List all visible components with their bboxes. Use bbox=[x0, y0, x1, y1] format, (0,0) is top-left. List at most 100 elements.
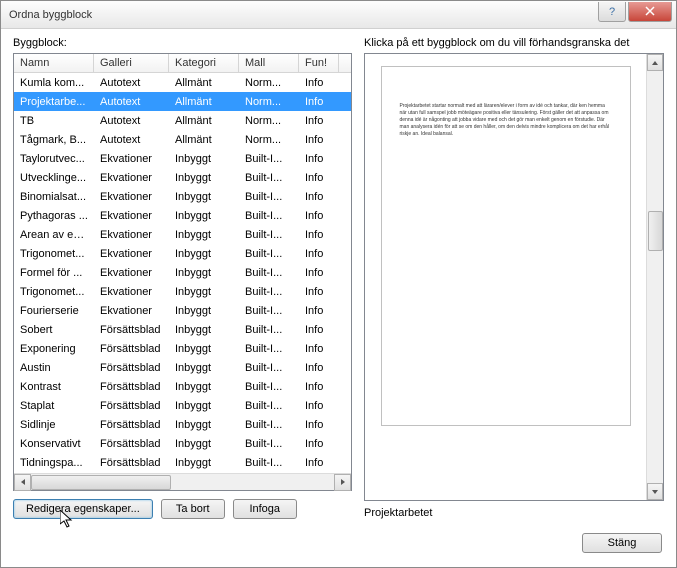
table-row[interactable]: SobertFörsättsbladInbyggtBuilt-I...Info bbox=[14, 320, 351, 339]
table-cell: Ekvationer bbox=[94, 245, 169, 263]
table-row[interactable]: SidlinjeFörsättsbladInbyggtBuilt-I...Inf… bbox=[14, 415, 351, 434]
table-header: Namn Galleri Kategori Mall Fun! bbox=[14, 54, 351, 73]
table-row[interactable]: Arean av en...EkvationerInbyggtBuilt-I..… bbox=[14, 225, 351, 244]
table-row[interactable]: Trigonomet...EkvationerInbyggtBuilt-I...… bbox=[14, 244, 351, 263]
preview-viewport: Projektarbetet startar normalt med att l… bbox=[365, 54, 646, 500]
table-cell: Norm... bbox=[239, 93, 299, 111]
scroll-right-button[interactable] bbox=[334, 474, 351, 491]
table-cell: Info bbox=[299, 321, 339, 339]
table-cell: Ekvationer bbox=[94, 302, 169, 320]
table-row[interactable]: ExponeringFörsättsbladInbyggtBuilt-I...I… bbox=[14, 339, 351, 358]
table-row[interactable]: Binomialsat...EkvationerInbyggtBuilt-I..… bbox=[14, 187, 351, 206]
table-cell: Försättsblad bbox=[94, 454, 169, 472]
table-row[interactable]: FourierserieEkvationerInbyggtBuilt-I...I… bbox=[14, 301, 351, 320]
table-cell: Info bbox=[299, 416, 339, 434]
table-row[interactable]: Tågmark, B...AutotextAllmäntNorm...Info bbox=[14, 130, 351, 149]
table-row[interactable]: Formel för ...EkvationerInbyggtBuilt-I..… bbox=[14, 263, 351, 282]
table-cell: Info bbox=[299, 207, 339, 225]
table-cell: Info bbox=[299, 302, 339, 320]
table-cell: Exponering bbox=[14, 340, 94, 358]
table-cell: Built-I... bbox=[239, 188, 299, 206]
preview-container: Projektarbetet startar normalt med att l… bbox=[364, 53, 664, 501]
table-cell: Info bbox=[299, 378, 339, 396]
byggblock-label: Byggblock: bbox=[13, 37, 352, 49]
table-body[interactable]: Kumla kom...AutotextAllmäntNorm...InfoPr… bbox=[14, 73, 351, 473]
table-cell: Autotext bbox=[94, 93, 169, 111]
table-cell: Built-I... bbox=[239, 397, 299, 415]
table-cell: Inbyggt bbox=[169, 302, 239, 320]
insert-button[interactable]: Infoga bbox=[233, 499, 297, 519]
table-cell: Arean av en... bbox=[14, 226, 94, 244]
table-cell: Info bbox=[299, 435, 339, 453]
table-cell: Inbyggt bbox=[169, 435, 239, 453]
help-button[interactable]: ? bbox=[598, 2, 626, 22]
table-cell: Built-I... bbox=[239, 454, 299, 472]
scroll-down-button[interactable] bbox=[647, 483, 663, 500]
table-row[interactable]: Tidningspa...FörsättsbladInbyggtBuilt-I.… bbox=[14, 453, 351, 472]
table-row[interactable]: Kumla kom...AutotextAllmäntNorm...Info bbox=[14, 73, 351, 92]
edit-properties-button[interactable]: Redigera egenskaper... bbox=[13, 499, 153, 519]
delete-button[interactable]: Ta bort bbox=[161, 499, 225, 519]
scroll-thumb[interactable] bbox=[31, 475, 171, 490]
col-header-name[interactable]: Namn bbox=[14, 54, 94, 72]
table-row[interactable]: Utvecklinge...EkvationerInbyggtBuilt-I..… bbox=[14, 168, 351, 187]
triangle-left-icon bbox=[20, 479, 26, 485]
titlebar-buttons: ? bbox=[596, 2, 672, 22]
table-row[interactable]: StaplatFörsättsbladInbyggtBuilt-I...Info bbox=[14, 396, 351, 415]
table-cell: Inbyggt bbox=[169, 359, 239, 377]
table-cell: Info bbox=[299, 264, 339, 282]
table-row[interactable]: Pythagoras ...EkvationerInbyggtBuilt-I..… bbox=[14, 206, 351, 225]
table-cell: Utvecklinge... bbox=[14, 169, 94, 187]
table-row[interactable]: Taylorutvec...EkvationerInbyggtBuilt-I..… bbox=[14, 149, 351, 168]
triangle-right-icon bbox=[340, 479, 346, 485]
table-row[interactable]: TBAutotextAllmäntNorm...Info bbox=[14, 111, 351, 130]
table-cell: Sobert bbox=[14, 321, 94, 339]
close-button[interactable] bbox=[628, 2, 672, 22]
preview-scroll-thumb[interactable] bbox=[648, 211, 663, 251]
triangle-down-icon bbox=[652, 489, 658, 495]
table-cell: Built-I... bbox=[239, 283, 299, 301]
building-blocks-table: Namn Galleri Kategori Mall Fun! Kumla ko… bbox=[13, 53, 352, 491]
left-panel: Byggblock: Namn Galleri Kategori Mall Fu… bbox=[13, 37, 352, 519]
table-cell: Inbyggt bbox=[169, 397, 239, 415]
scroll-left-button[interactable] bbox=[14, 474, 31, 491]
table-cell: Ekvationer bbox=[94, 283, 169, 301]
close-dialog-button[interactable]: Stäng bbox=[582, 533, 662, 553]
table-cell: Inbyggt bbox=[169, 226, 239, 244]
table-cell: Info bbox=[299, 359, 339, 377]
table-cell: TB bbox=[14, 112, 94, 130]
close-icon bbox=[645, 6, 655, 16]
col-header-gallery[interactable]: Galleri bbox=[94, 54, 169, 72]
table-cell: Info bbox=[299, 340, 339, 358]
table-cell: Inbyggt bbox=[169, 245, 239, 263]
table-cell: Info bbox=[299, 283, 339, 301]
table-row[interactable]: AustinFörsättsbladInbyggtBuilt-I...Info bbox=[14, 358, 351, 377]
table-cell: Kumla kom... bbox=[14, 74, 94, 92]
preview-text: Projektarbetet startar normalt med att l… bbox=[400, 103, 612, 138]
table-cell: Built-I... bbox=[239, 207, 299, 225]
table-cell: Info bbox=[299, 226, 339, 244]
table-row[interactable]: KonservativtFörsättsbladInbyggtBuilt-I..… bbox=[14, 434, 351, 453]
dialog-footer: Stäng bbox=[1, 523, 676, 567]
table-cell: Info bbox=[299, 112, 339, 130]
table-row[interactable]: Projektarbe...AutotextAllmäntNorm...Info bbox=[14, 92, 351, 111]
table-cell: Försättsblad bbox=[94, 435, 169, 453]
table-cell: Austin bbox=[14, 359, 94, 377]
col-header-category[interactable]: Kategori bbox=[169, 54, 239, 72]
table-cell: Trigonomet... bbox=[14, 283, 94, 301]
table-cell: Inbyggt bbox=[169, 340, 239, 358]
horizontal-scrollbar[interactable] bbox=[14, 473, 351, 490]
preview-vertical-scrollbar[interactable] bbox=[646, 54, 663, 500]
preview-scroll-track[interactable] bbox=[647, 71, 663, 483]
table-cell: Binomialsat... bbox=[14, 188, 94, 206]
scroll-track[interactable] bbox=[31, 474, 334, 491]
table-row[interactable]: Trigonomet...EkvationerInbyggtBuilt-I...… bbox=[14, 282, 351, 301]
table-row[interactable]: KontrastFörsättsbladInbyggtBuilt-I...Inf… bbox=[14, 377, 351, 396]
preview-item-name: Projektarbetet bbox=[364, 507, 664, 519]
scroll-up-button[interactable] bbox=[647, 54, 663, 71]
table-cell: Inbyggt bbox=[169, 207, 239, 225]
table-cell: Försättsblad bbox=[94, 359, 169, 377]
col-header-template[interactable]: Mall bbox=[239, 54, 299, 72]
col-header-info[interactable]: Fun! bbox=[299, 54, 339, 72]
table-cell: Försättsblad bbox=[94, 340, 169, 358]
